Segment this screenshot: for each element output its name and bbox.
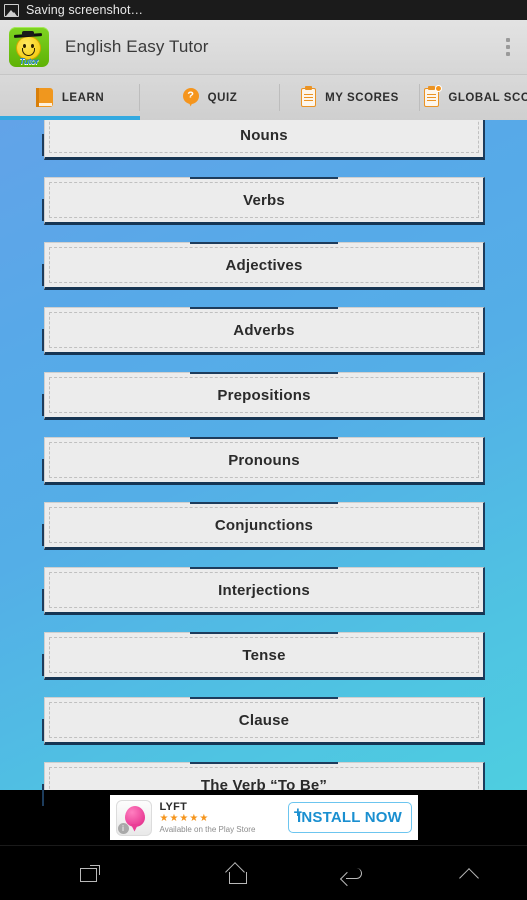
list-item[interactable]: Tense <box>0 632 527 697</box>
topic-label: The Verb “To Be” <box>200 776 328 794</box>
tab-learn-label: LEARN <box>61 91 105 104</box>
learn-content-area: Nouns Verbs Adjectives Adverbs Prepositi <box>0 120 527 810</box>
tab-global-scores-label: GLOBAL SCORES <box>448 91 527 104</box>
screenshot-image-icon <box>4 3 19 17</box>
list-item[interactable]: Adverbs <box>0 307 527 372</box>
item-tick-marker <box>42 263 44 286</box>
list-item[interactable]: Nouns <box>0 120 527 177</box>
install-now-label: INSTALL NOW <box>297 809 402 826</box>
install-now-button[interactable]: + INSTALL NOW <box>287 802 412 833</box>
item-tick-marker <box>42 328 44 351</box>
topic-button-tense[interactable]: Tense <box>44 632 485 680</box>
topic-label: Conjunctions <box>214 516 314 534</box>
item-tick-marker <box>42 783 44 806</box>
item-tick-marker <box>42 133 44 156</box>
tab-my-scores[interactable]: MY SCORES <box>280 75 420 120</box>
status-bar: Saving screenshot… <box>0 0 527 20</box>
plus-icon: + <box>293 804 303 821</box>
home-icon <box>226 864 248 884</box>
overflow-menu-icon[interactable] <box>499 38 517 56</box>
back-icon <box>342 864 364 882</box>
list-item[interactable]: Clause <box>0 697 527 762</box>
item-tick-marker <box>42 523 44 546</box>
topic-button-adverbs[interactable]: Adverbs <box>44 307 485 355</box>
home-button[interactable] <box>180 864 296 884</box>
topic-label: Pronouns <box>228 451 300 469</box>
topic-label: Prepositions <box>217 386 311 404</box>
topic-button-adjectives[interactable]: Adjectives <box>44 242 485 290</box>
topic-button-clause[interactable]: Clause <box>44 697 485 745</box>
topic-label: Tense <box>242 646 286 664</box>
clipboard-badge-icon <box>424 85 443 107</box>
smile-icon <box>22 48 35 56</box>
ad-title: LYFT <box>159 801 188 813</box>
recent-apps-icon <box>79 864 100 882</box>
topic-button-nouns[interactable]: Nouns <box>44 120 485 160</box>
tab-learn[interactable]: LEARN <box>0 75 140 120</box>
ad-info-icon[interactable]: i <box>117 822 129 834</box>
chevron-up-icon <box>458 867 480 879</box>
lyft-balloon-icon: i <box>115 799 152 836</box>
app-logo-graduate-smiley: Tutor <box>9 27 49 67</box>
tab-global-scores[interactable]: GLOBAL SCORES <box>420 75 527 120</box>
page-title: English Easy Tutor <box>65 37 209 56</box>
list-item[interactable]: Verbs <box>0 177 527 242</box>
learn-topic-list[interactable]: Nouns Verbs Adjectives Adverbs Prepositi <box>0 120 527 810</box>
item-tick-marker <box>42 653 44 676</box>
topic-button-verbs[interactable]: Verbs <box>44 177 485 225</box>
back-button[interactable] <box>295 864 411 882</box>
ad-text-block: LYFT ★★★★★ Available on the Play Store <box>160 801 280 834</box>
topic-button-interjections[interactable]: Interjections <box>44 567 485 615</box>
tab-quiz[interactable]: ? QUIZ <box>140 75 280 120</box>
topic-label: Interjections <box>218 581 310 599</box>
item-tick-marker <box>42 393 44 416</box>
topic-button-pronouns[interactable]: Pronouns <box>44 437 485 485</box>
tab-quiz-label: QUIZ <box>207 91 238 104</box>
overflow-dot <box>506 52 510 56</box>
question-pin-icon: ? <box>182 87 199 108</box>
tab-my-scores-label: MY SCORES <box>325 91 399 104</box>
ad-subtitle: Available on the Play Store <box>159 825 256 834</box>
book-icon <box>35 88 53 107</box>
graduation-cap-icon <box>14 31 42 38</box>
status-bar-text: Saving screenshot… <box>26 3 144 17</box>
app-icon-caption: Tutor <box>19 57 39 66</box>
action-bar: Tutor English Easy Tutor <box>0 20 527 75</box>
expand-up-button[interactable] <box>411 867 527 879</box>
topic-label: Nouns <box>240 126 288 144</box>
list-item[interactable]: Interjections <box>0 567 527 632</box>
ad-banner-container: i LYFT ★★★★★ Available on the Play Store… <box>0 790 527 845</box>
topic-label: Adjectives <box>225 256 303 274</box>
android-nav-bar <box>0 845 527 900</box>
topic-button-prepositions[interactable]: Prepositions <box>44 372 485 420</box>
item-tick-marker <box>42 588 44 611</box>
topic-button-conjunctions[interactable]: Conjunctions <box>44 502 485 550</box>
balloon-shape <box>124 805 145 827</box>
overflow-dot <box>506 38 510 42</box>
item-tick-marker <box>42 458 44 481</box>
topic-label: Verbs <box>243 191 285 209</box>
tab-bar: LEARN ? QUIZ MY SCORES GLOBAL SCORES <box>0 75 527 120</box>
ad-banner[interactable]: i LYFT ★★★★★ Available on the Play Store… <box>109 795 418 840</box>
item-tick-marker <box>42 718 44 741</box>
list-item[interactable]: Prepositions <box>0 372 527 437</box>
topic-label: Clause <box>238 711 290 729</box>
item-tick-marker <box>42 198 44 221</box>
overflow-dot <box>506 45 510 49</box>
topic-label: Adverbs <box>233 321 295 339</box>
recent-apps-button[interactable] <box>0 864 180 882</box>
ad-rating-stars: ★★★★★ <box>159 813 210 824</box>
clipboard-icon <box>301 86 317 107</box>
list-item[interactable]: Conjunctions <box>0 502 527 567</box>
list-item[interactable]: Pronouns <box>0 437 527 502</box>
list-item[interactable]: Adjectives <box>0 242 527 307</box>
